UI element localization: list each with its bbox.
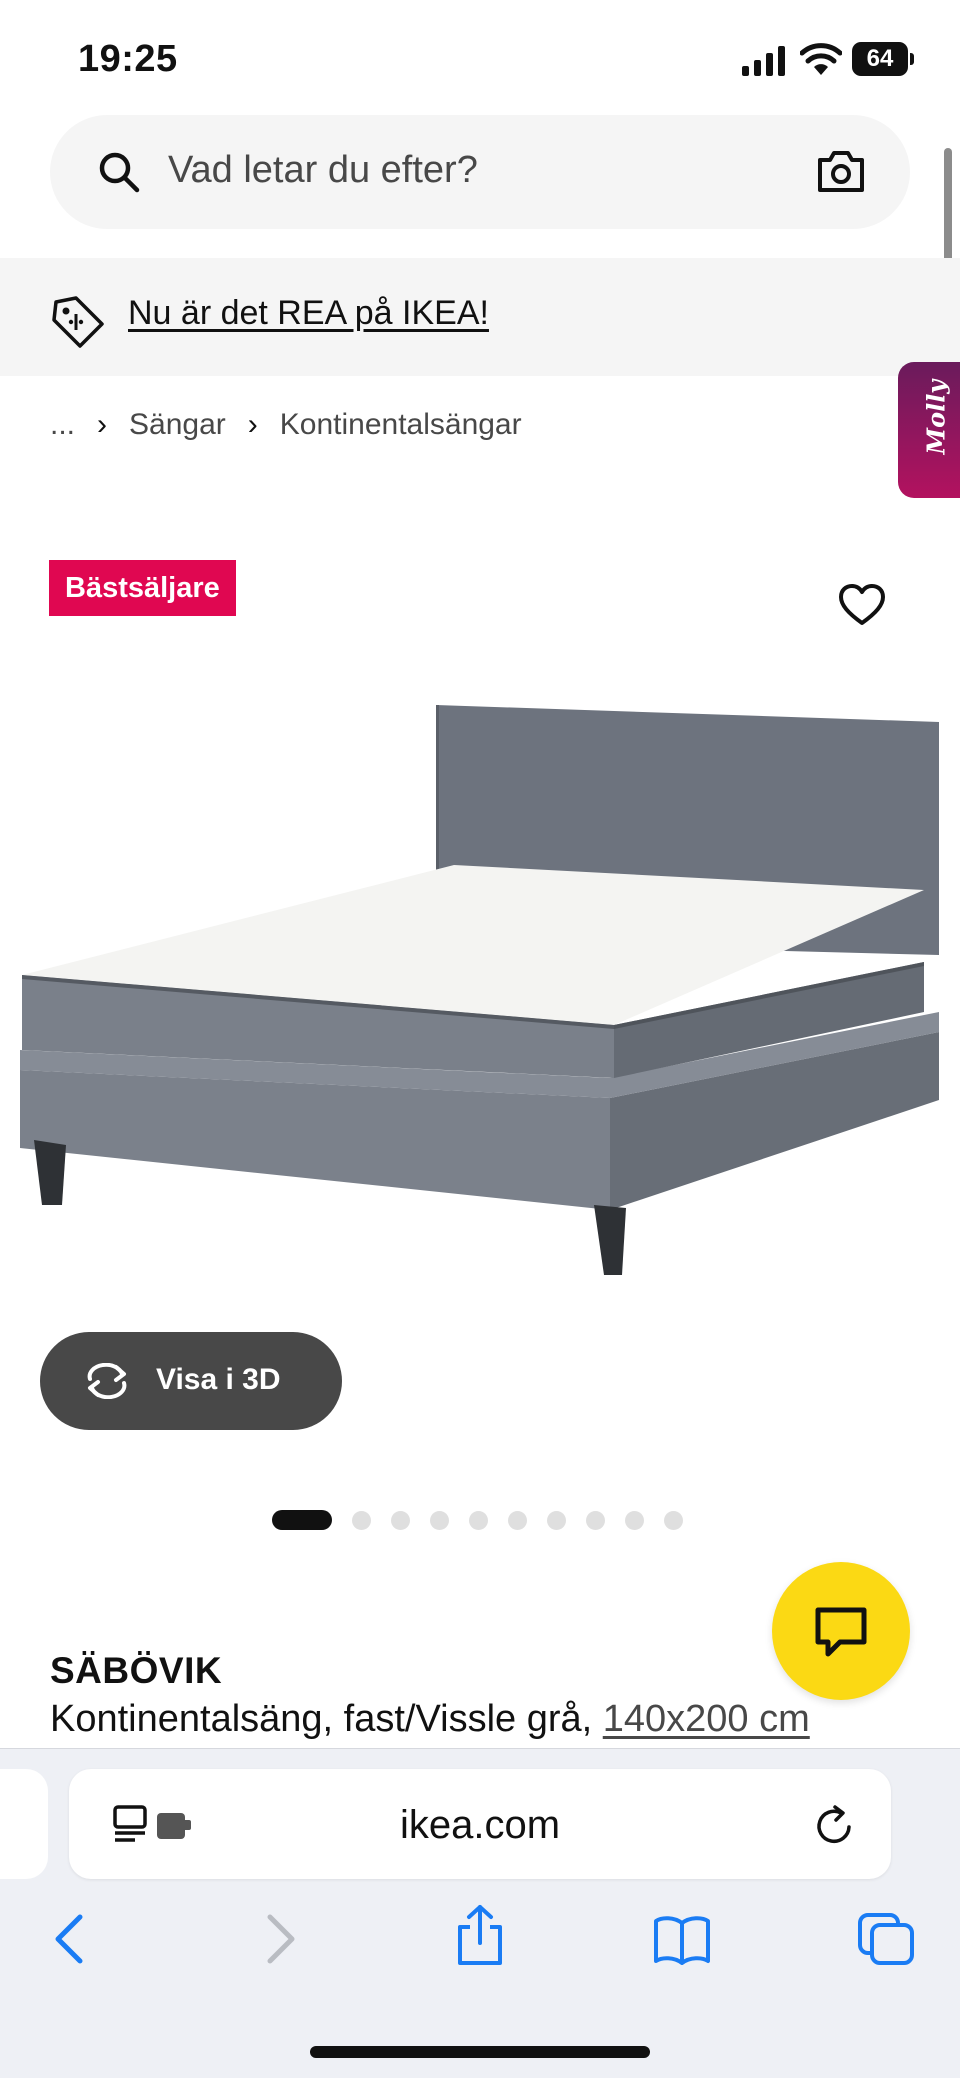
search-bar[interactable]: Vad letar du efter? [50,115,910,229]
breadcrumb-item-kontinentalsangar[interactable]: Kontinentalsängar [280,408,522,442]
search-icon [99,152,140,193]
product-description-text: Kontinentalsäng, fast/Vissle grå, [50,1698,593,1740]
promo-link[interactable]: Nu är det REA på IKEA! [128,294,489,333]
breadcrumb: ... › Sängar › Kontinentalsängar [50,408,522,442]
battery-level: 64 [852,42,908,76]
view-in-3d-button[interactable]: Visa i 3D [40,1332,342,1430]
chevron-right-icon: › [97,408,108,441]
carousel-dot[interactable] [469,1510,488,1530]
carousel-dot[interactable] [352,1510,371,1530]
favourite-heart-icon[interactable] [838,583,886,627]
view-in-3d-label: Visa i 3D [156,1363,281,1396]
product-name: SÄBÖVIK [50,1650,223,1691]
home-indicator[interactable] [310,2046,650,2058]
breadcrumb-ellipsis[interactable]: ... [50,408,75,442]
url-text[interactable]: ikea.com [69,1803,891,1848]
carousel-dot[interactable] [391,1510,410,1530]
search-input[interactable]: Vad letar du efter? [168,149,478,192]
breadcrumb-item-sangar[interactable]: Sängar [129,408,226,442]
address-bar[interactable]: ikea.com [69,1769,891,1879]
carousel-dot[interactable] [547,1510,566,1530]
carousel-dot[interactable] [625,1510,644,1530]
battery-icon: 64 [852,42,914,76]
status-time: 19:25 [78,38,178,80]
molly-label: Molly [921,379,951,455]
carousel-dot[interactable] [430,1510,449,1530]
bookmarks-icon[interactable] [652,1911,712,1967]
cellular-signal-icon [742,46,785,76]
molly-assistant-tab[interactable]: Molly [898,362,960,498]
product-image[interactable] [14,680,944,1330]
carousel-dot[interactable] [508,1510,527,1530]
promo-banner: Nu är det REA på IKEA! [0,258,960,376]
camera-icon[interactable] [816,148,866,194]
chevron-right-icon: › [247,408,258,441]
wifi-icon [800,43,842,75]
share-icon[interactable] [450,1903,510,1967]
price-tag-icon [52,296,104,348]
chat-bubble-icon [815,1607,867,1657]
tabs-icon[interactable] [856,1911,916,1967]
forward-icon [267,1914,295,1964]
bestseller-badge: Bästsäljare [49,560,236,616]
status-bar: 19:25 64 [0,0,960,110]
carousel-dot[interactable] [586,1510,605,1530]
rotate-3d-icon [87,1363,127,1399]
previous-tab-preview[interactable] [0,1769,48,1879]
carousel-dot[interactable] [664,1510,683,1530]
chat-button[interactable] [772,1562,910,1700]
image-carousel-indicator [272,1508,703,1532]
product-description: Kontinentalsäng, fast/Vissle grå, 140x20… [50,1698,810,1741]
reload-icon[interactable] [813,1803,857,1849]
carousel-dot-active[interactable] [272,1510,332,1530]
back-icon[interactable] [42,1911,102,1967]
browser-toolbar: ikea.com [0,1748,960,2078]
product-size-link[interactable]: 140x200 cm [603,1698,810,1740]
